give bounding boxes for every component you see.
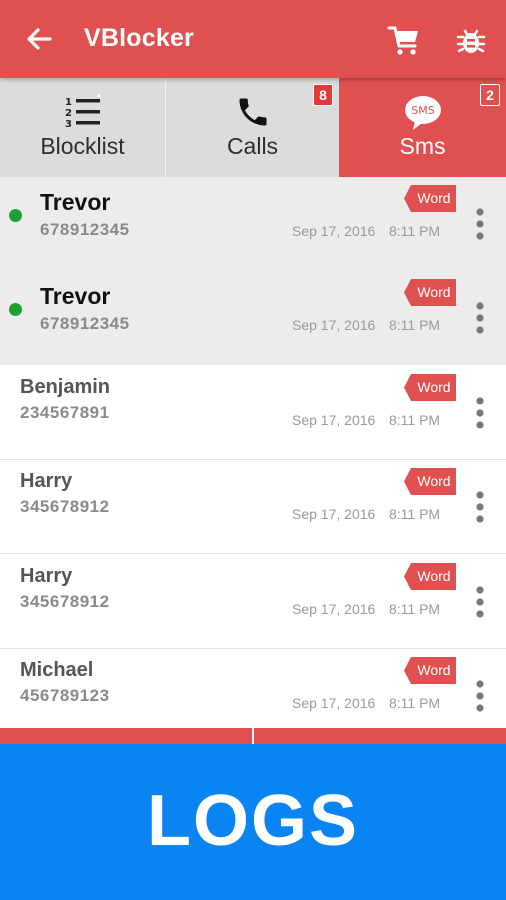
contact-name: Harry <box>20 470 73 492</box>
word-tag: Word <box>404 563 456 590</box>
message-row[interactable]: Benjamin 234567891 Word Sep 17, 2016 8:11 PM <box>0 366 506 460</box>
word-tag-label: Word <box>417 190 451 206</box>
svg-text:2: 2 <box>65 108 72 119</box>
word-tag-label: Word <box>417 284 451 300</box>
tab-blocklist[interactable]: 1 2 3 Blocklist <box>0 78 166 177</box>
message-date: Sep 17, 2016 <box>292 317 376 333</box>
message-date: Sep 17, 2016 <box>292 412 376 428</box>
unread-dot <box>9 303 22 316</box>
message-row[interactable]: Michael 456789123 Word Sep 17, 2016 8:11 PM <box>0 649 506 728</box>
app-bar: VBlocker <box>0 0 506 78</box>
more-vert-icon[interactable] <box>474 207 486 241</box>
svg-text:3: 3 <box>65 119 72 130</box>
word-tag: Word <box>404 657 456 684</box>
tab-label: Blocklist <box>40 133 125 159</box>
app-root: VBlocker 1 2 3 Blocklist 8 Calls SMS 2 S… <box>0 0 506 900</box>
sms-log-list: Trevor 678912345 Word Sep 17, 2016 8:11 PM Tr… <box>0 177 506 728</box>
contact-name: Trevor <box>40 189 111 215</box>
contact-name: Benjamin <box>20 376 111 398</box>
word-tag: Word <box>404 185 456 212</box>
more-vert-icon[interactable] <box>474 679 486 713</box>
word-tag: Word <box>404 374 456 401</box>
phone-icon <box>239 98 266 126</box>
message-time: 8:11 PM <box>389 695 441 711</box>
banner-text: LOGS <box>146 781 359 861</box>
tab-calls[interactable]: 8 Calls <box>166 78 339 177</box>
message-date: Sep 17, 2016 <box>292 223 376 239</box>
contact-number: 456789123 <box>20 686 110 705</box>
tab-bar: 1 2 3 Blocklist 8 Calls SMS 2 Sms <box>0 78 506 177</box>
cart-icon[interactable] <box>386 22 422 58</box>
tab-sms[interactable]: SMS 2 Sms <box>339 78 506 177</box>
message-row[interactable]: Harry 345678912 Word Sep 17, 2016 8:11 PM <box>0 460 506 554</box>
word-tag-label: Word <box>417 473 451 489</box>
bug-icon[interactable] <box>456 24 486 56</box>
bottom-action-bar <box>0 728 506 744</box>
unread-dot <box>9 209 22 222</box>
word-tag-label: Word <box>417 379 451 395</box>
message-date: Sep 17, 2016 <box>292 506 376 522</box>
more-vert-icon[interactable] <box>474 301 486 335</box>
contact-name: Trevor <box>40 283 111 309</box>
message-time: 8:11 PM <box>389 317 441 333</box>
word-tag-label: Word <box>417 568 451 584</box>
calls-badge: 8 <box>313 84 333 106</box>
svg-text:1: 1 <box>65 97 72 108</box>
sms-bubble-icon: SMS <box>404 96 441 130</box>
logs-banner: LOGS <box>0 744 506 900</box>
message-row[interactable]: Trevor 678912345 Word Sep 17, 2016 8:11 PM <box>0 177 506 271</box>
word-tag: Word <box>404 279 456 306</box>
contact-number: 678912345 <box>40 314 130 333</box>
contact-number: 678912345 <box>40 220 130 239</box>
sms-badge: 2 <box>480 84 500 106</box>
more-vert-icon[interactable] <box>474 396 486 430</box>
message-time: 8:11 PM <box>389 223 441 239</box>
message-row[interactable]: Harry 345678912 Word Sep 17, 2016 8:11 PM <box>0 555 506 649</box>
contact-name: Michael <box>20 659 94 681</box>
word-tag-label: Word <box>417 662 451 678</box>
message-time: 8:11 PM <box>389 506 441 522</box>
arrow-left-icon[interactable] <box>22 22 56 56</box>
sms-icon-text: SMS <box>411 104 434 117</box>
more-vert-icon[interactable] <box>474 585 486 619</box>
contact-name: Harry <box>20 565 73 587</box>
numbered-list-icon: 1 2 3 <box>65 94 100 130</box>
app-title: VBlocker <box>84 24 194 52</box>
tab-label: Sms <box>399 133 446 159</box>
message-time: 8:11 PM <box>389 412 441 428</box>
contact-number: 345678912 <box>20 497 110 516</box>
message-row[interactable]: Trevor 678912345 Word Sep 17, 2016 8:11 PM <box>0 271 506 365</box>
more-vert-icon[interactable] <box>474 490 486 524</box>
message-time: 8:11 PM <box>389 601 441 617</box>
bottom-divider <box>252 728 254 744</box>
message-date: Sep 17, 2016 <box>292 601 376 617</box>
message-date: Sep 17, 2016 <box>292 695 376 711</box>
contact-number: 234567891 <box>20 403 110 422</box>
word-tag: Word <box>404 468 456 495</box>
contact-number: 345678912 <box>20 592 110 611</box>
tab-label: Calls <box>226 133 279 159</box>
